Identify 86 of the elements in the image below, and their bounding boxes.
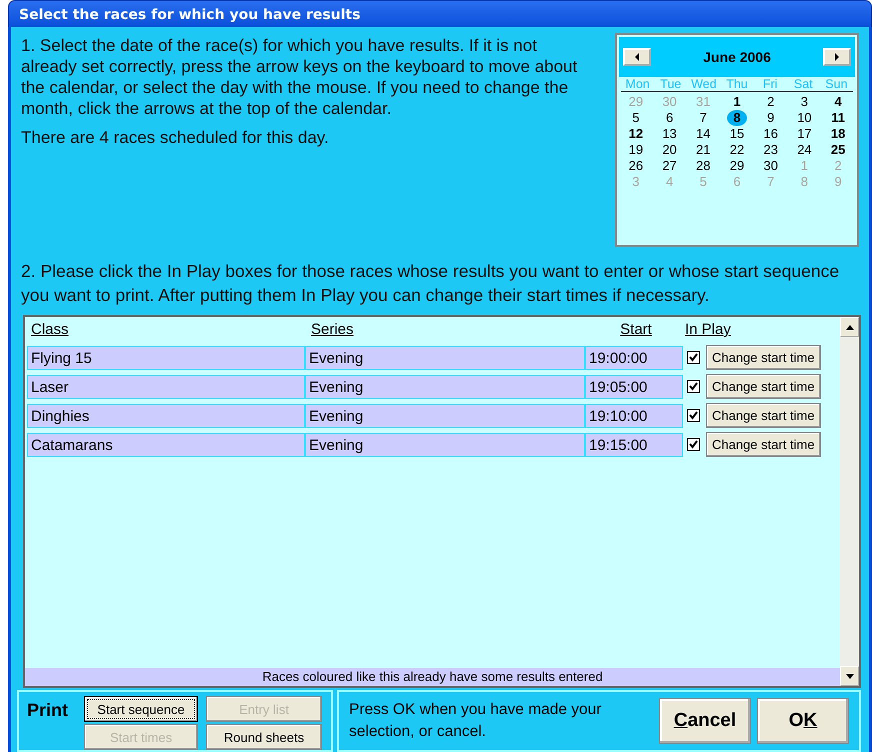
calendar-day[interactable]: 18 — [824, 126, 852, 142]
table-cell: Dinghies — [27, 404, 305, 428]
instruction-text: 1. Select the date of the race(s) for which you have results. If it is not already set correctly, press the arrow keys on the keyboard to move about the calendar, or select the day with the mouse. If you need to change the month, click the arrows at the top of the calendar. — [21, 35, 578, 119]
column-header: Start — [619, 321, 653, 340]
check-icon — [689, 382, 698, 391]
month-title: June 2006 — [703, 49, 771, 65]
footer-message: Press OK when you have made your selection, or cancel. — [349, 700, 602, 742]
calendar-day[interactable]: 11 — [825, 110, 852, 126]
in-play-checkbox[interactable] — [687, 380, 700, 393]
calendar-day[interactable]: 15 — [724, 126, 750, 142]
calendar-day[interactable]: 29 — [724, 158, 750, 174]
change-start-time-button[interactable]: Change start time — [706, 345, 821, 370]
table-cell: Laser — [27, 374, 305, 398]
table-cell: Evening — [305, 432, 585, 456]
calendar-day[interactable]: 21 — [690, 142, 717, 158]
weekday-label: Wed — [690, 77, 718, 91]
change-start-time-button[interactable]: Change start time — [706, 403, 821, 428]
calendar-day[interactable]: 3 — [794, 94, 814, 110]
table-cell: Evening — [305, 374, 585, 398]
print-button[interactable]: Round sheets — [206, 724, 322, 750]
calendar-day[interactable]: 16 — [757, 126, 784, 142]
table-cell: Evening — [305, 404, 585, 428]
check-icon — [689, 411, 698, 420]
calendar-day[interactable]: 19 — [622, 142, 650, 158]
in-play-checkbox[interactable] — [687, 351, 700, 364]
calendar-day[interactable]: 5 — [626, 110, 646, 126]
down-arrow-icon — [846, 674, 854, 678]
calendar-day[interactable]: 13 — [656, 126, 683, 142]
table-cell: 19:10:00 — [585, 404, 683, 428]
next-month-button[interactable] — [823, 48, 851, 66]
calendar-day[interactable]: 8 — [727, 110, 747, 126]
up-arrow-icon — [846, 324, 854, 330]
dialog-button[interactable]: OK — [757, 698, 849, 744]
calendar-day[interactable]: 10 — [791, 110, 818, 126]
weekday-label: Sun — [824, 77, 849, 91]
calendar-day[interactable]: 1 — [727, 94, 747, 110]
check-icon — [689, 353, 698, 362]
calendar-day[interactable]: 30 — [757, 158, 784, 174]
table-cell: 19:00:00 — [585, 346, 683, 370]
scrollbar[interactable] — [840, 317, 859, 686]
calendar-day[interactable]: 6 — [660, 110, 680, 126]
weekday-label: Fri — [762, 77, 778, 91]
calendar-day[interactable]: 2 — [761, 94, 780, 110]
table-cell: Catamarans — [27, 432, 305, 456]
column-header: Series — [311, 321, 355, 340]
weekday-label: Mon — [624, 77, 651, 91]
scroll-down-button[interactable] — [840, 666, 859, 686]
column-header: Class — [30, 321, 70, 340]
calendar-day[interactable]: 17 — [791, 126, 818, 142]
weekday-label: Tue — [659, 77, 682, 91]
print-button[interactable]: Start sequence — [84, 696, 198, 722]
in-play-checkbox[interactable] — [687, 438, 700, 451]
weekday-label: Sat — [792, 77, 814, 91]
table-cell: Evening — [305, 346, 585, 370]
column-header: In Play — [684, 321, 731, 340]
instruction-text: 2. Please click the In Play boxes for those races whose results you want to enter or whose start sequence you want to print. After putting them In Play you can change their start times if necessary. — [21, 260, 840, 307]
instruction-text: There are 4 races scheduled for this day. — [21, 127, 330, 148]
table-cell: 19:15:00 — [585, 432, 683, 456]
print-label: Print — [27, 700, 68, 721]
calendar-day[interactable]: 26 — [622, 158, 650, 174]
previous-month-button[interactable] — [623, 48, 651, 66]
legend-text: Races coloured like this already have some results entered — [262, 669, 603, 684]
calendar-day[interactable]: 27 — [656, 158, 683, 174]
calendar-day[interactable]: 9 — [761, 110, 780, 126]
calendar-day[interactable]: 4 — [828, 94, 848, 110]
calendar-day[interactable]: 12 — [622, 126, 650, 142]
change-start-time-button[interactable]: Change start time — [706, 374, 821, 399]
calendar-day[interactable]: 14 — [690, 126, 717, 142]
dialog-button[interactable]: Cancel — [659, 698, 751, 744]
calendar-day[interactable]: 20 — [656, 142, 683, 158]
table-cell: 19:05:00 — [585, 374, 683, 398]
table-cell: Flying 15 — [27, 346, 305, 370]
left-arrow-icon — [634, 53, 640, 61]
right-arrow-icon — [834, 53, 840, 61]
calendar-day[interactable]: 24 — [791, 142, 818, 158]
scroll-up-button[interactable] — [840, 317, 859, 337]
weekday-label: Thu — [725, 77, 749, 91]
calendar-day[interactable]: 25 — [824, 142, 852, 158]
change-start-time-button[interactable]: Change start time — [706, 432, 821, 457]
window-title: Select the races for which you have results — [19, 7, 360, 23]
check-icon — [689, 440, 698, 449]
in-play-checkbox[interactable] — [687, 409, 700, 422]
calendar-day[interactable]: 23 — [757, 142, 784, 158]
calendar-day[interactable]: 22 — [724, 142, 750, 158]
calendar-day[interactable]: 7 — [694, 110, 713, 126]
calendar-day[interactable]: 28 — [690, 158, 717, 174]
